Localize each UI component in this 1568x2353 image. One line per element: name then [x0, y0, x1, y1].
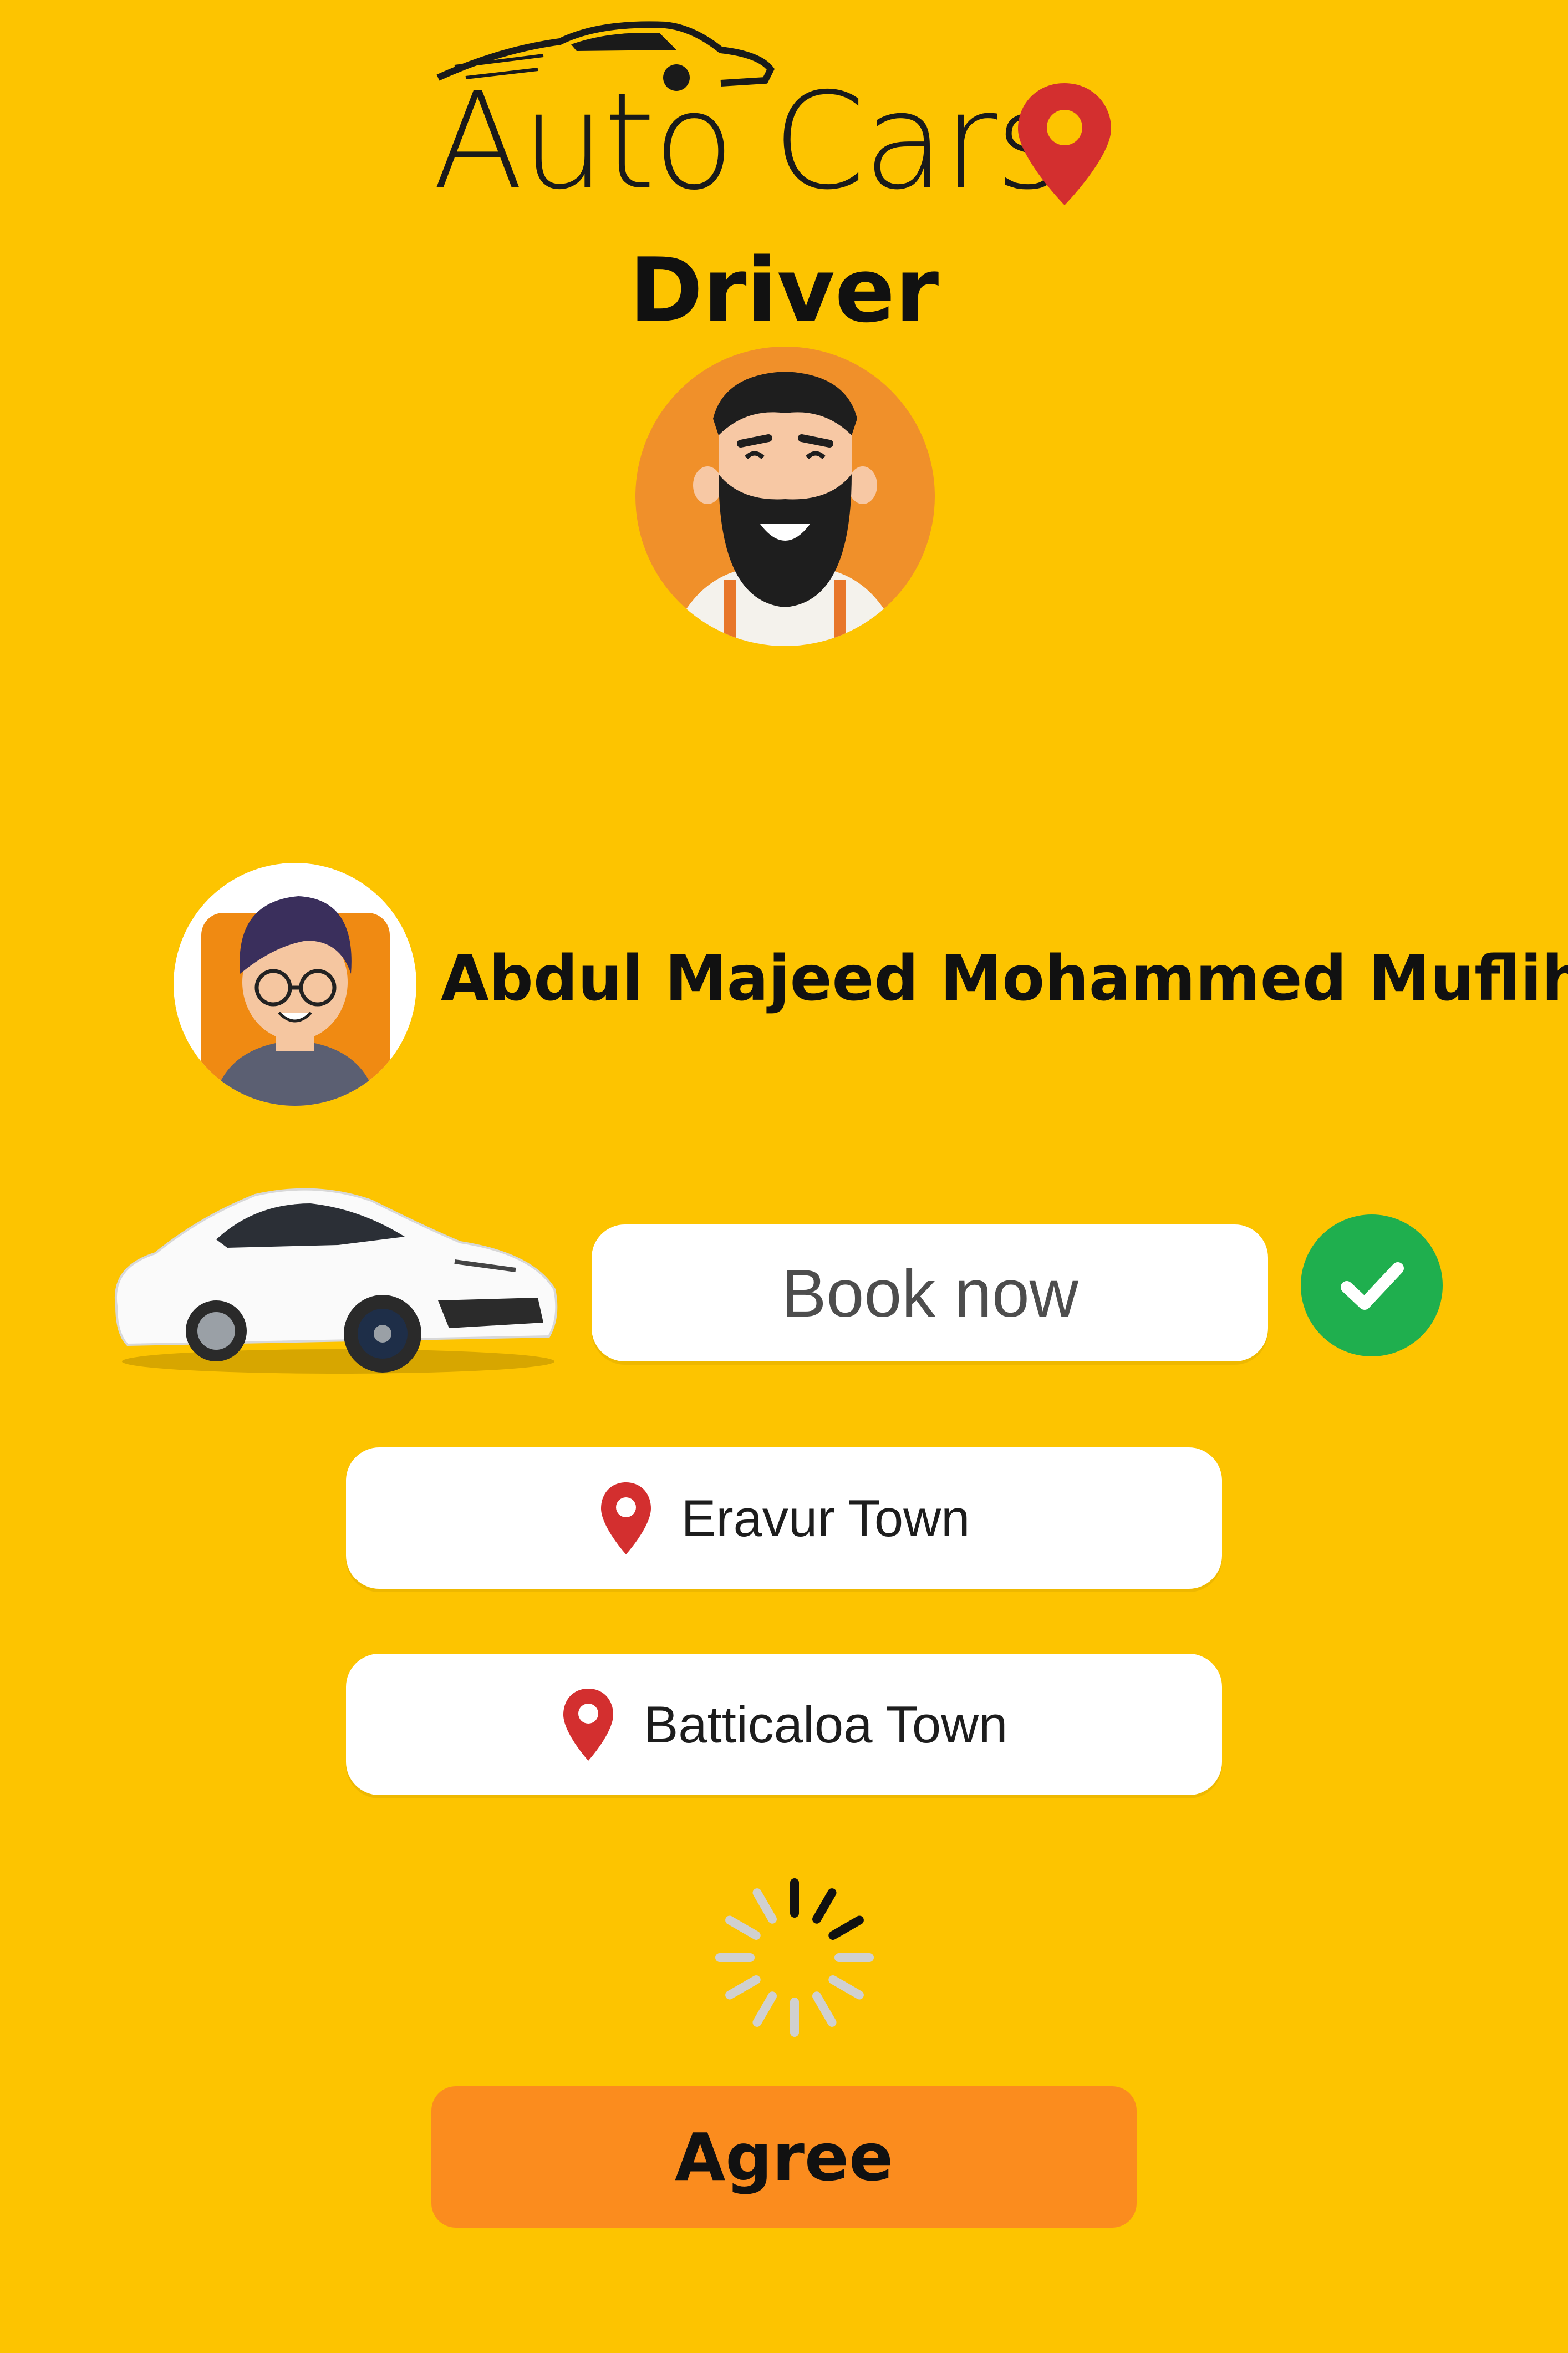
page-title: Driver	[629, 238, 939, 342]
logo-text: Auto Cars	[432, 64, 1065, 219]
agree-button[interactable]: Agree	[431, 2086, 1137, 2228]
driver-avatar	[635, 347, 935, 646]
car-image	[114, 1188, 558, 1374]
book-now-button[interactable]: Book now	[592, 1224, 1268, 1361]
passenger-avatar	[174, 863, 416, 1106]
pickup-location-text: Eravur Town	[681, 1488, 970, 1547]
app-logo: Auto Cars	[432, 11, 1120, 211]
location-pin-icon	[1018, 83, 1111, 205]
check-icon	[1341, 1262, 1404, 1310]
pickup-location-field[interactable]: Eravur Town	[346, 1447, 1222, 1589]
dropoff-location-field[interactable]: Batticaloa Town	[346, 1654, 1222, 1795]
passenger-illustration	[201, 896, 390, 1106]
location-pin-icon	[600, 1482, 651, 1554]
loading-spinner-icon	[715, 1878, 874, 2037]
dropoff-location-text: Batticaloa Town	[643, 1695, 1008, 1754]
confirm-check-button[interactable]	[1301, 1214, 1443, 1356]
location-pin-icon	[563, 1688, 613, 1761]
bearded-man-illustration	[669, 372, 902, 646]
passenger-name: Abdul Majeed Mohammed Muflih	[441, 943, 1568, 1015]
